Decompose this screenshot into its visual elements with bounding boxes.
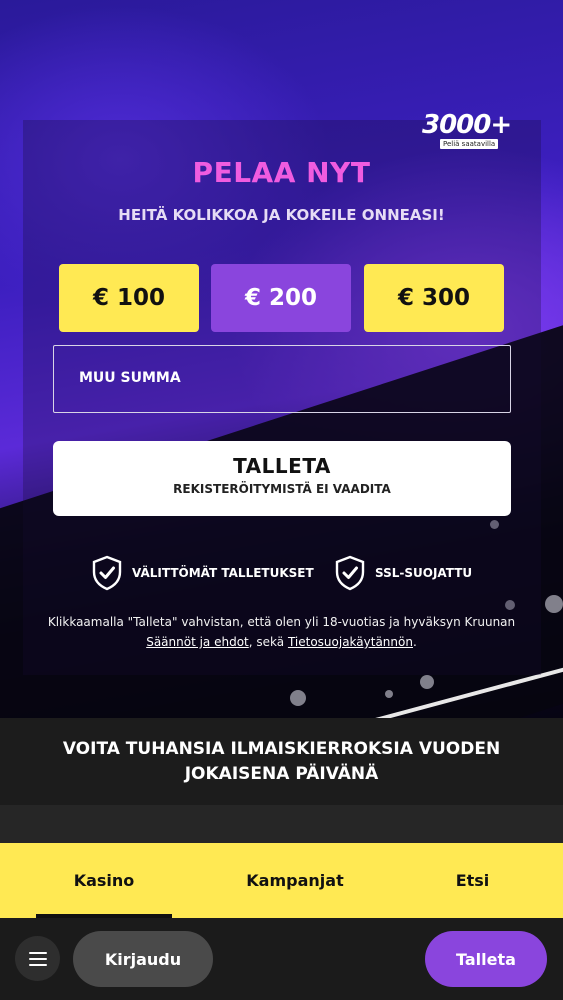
background-splatter	[420, 675, 434, 689]
bottom-deposit-button[interactable]: Talleta	[425, 931, 547, 987]
shield-check-icon	[92, 555, 122, 591]
shield-check-icon	[335, 555, 365, 591]
privacy-link[interactable]: Tietosuojakäytännön	[288, 635, 413, 649]
deposit-button-label: TALLETA	[233, 454, 331, 478]
category-tabs: Kasino Kampanjat Etsi	[0, 843, 563, 918]
terms-link[interactable]: Säännöt ja ehdot	[146, 635, 249, 649]
legal-text: Klikkaamalla "Talleta" vahvistan, että o…	[47, 615, 516, 629]
deposit-button-sublabel: REKISTERÖITYMISTÄ EI VAADITA	[173, 482, 391, 496]
background-splatter	[290, 690, 306, 706]
page-subtitle: HEITÄ KOLIKKOA JA KOKEILE ONNEASI!	[118, 206, 445, 224]
games-available-badge: 3000+ Peliä saatavilla	[418, 108, 513, 150]
background-splatter	[385, 690, 393, 698]
amount-button-300[interactable]: € 300	[364, 264, 504, 332]
promo-banner: VOITA TUHANSIA ILMAISKIERROKSIA VUODEN J…	[0, 718, 563, 805]
legal-text: .	[412, 635, 417, 649]
legal-text: , sekä	[248, 635, 288, 649]
custom-amount-input[interactable]: MUU SUMMA	[53, 345, 511, 413]
feature-label: VÄLITTÖMÄT TALLETUKSET	[132, 566, 314, 580]
feature-label: SSL-SUOJATTU	[375, 566, 473, 580]
amount-button-100[interactable]: € 100	[59, 264, 199, 332]
feature-ssl-secured: SSL-SUOJATTU	[335, 555, 472, 591]
tab-etsi[interactable]: Etsi	[420, 843, 525, 918]
badge-caption: Peliä saatavilla	[440, 139, 499, 149]
page-title: PELAA NYT	[192, 156, 371, 189]
promo-text: VOITA TUHANSIA ILMAISKIERROKSIA VUODEN J…	[62, 738, 501, 784]
badge-number: 3000+	[422, 110, 512, 140]
feature-instant-deposits: VÄLITTÖMÄT TALLETUKSET	[92, 555, 314, 591]
custom-amount-label: MUU SUMMA	[79, 370, 181, 386]
section-spacer	[0, 805, 563, 843]
deposit-button[interactable]: TALLETA REKISTERÖITYMISTÄ EI VAADITA	[53, 441, 511, 516]
login-button[interactable]: Kirjaudu	[73, 931, 213, 987]
tab-kampanjat[interactable]: Kampanjat	[220, 843, 370, 918]
tab-kasino[interactable]: Kasino	[36, 843, 172, 918]
bottom-navigation-bar: Kirjaudu Talleta	[0, 918, 563, 1000]
amount-button-200[interactable]: € 200	[211, 264, 351, 332]
menu-button[interactable]	[15, 936, 60, 981]
legal-disclaimer: Klikkaamalla "Talleta" vahvistan, että o…	[40, 612, 523, 652]
hamburger-menu-icon	[28, 951, 47, 966]
background-splatter	[545, 595, 563, 613]
hero-section: 3000+ Peliä saatavilla PELAA NYT HEITÄ K…	[0, 0, 563, 718]
